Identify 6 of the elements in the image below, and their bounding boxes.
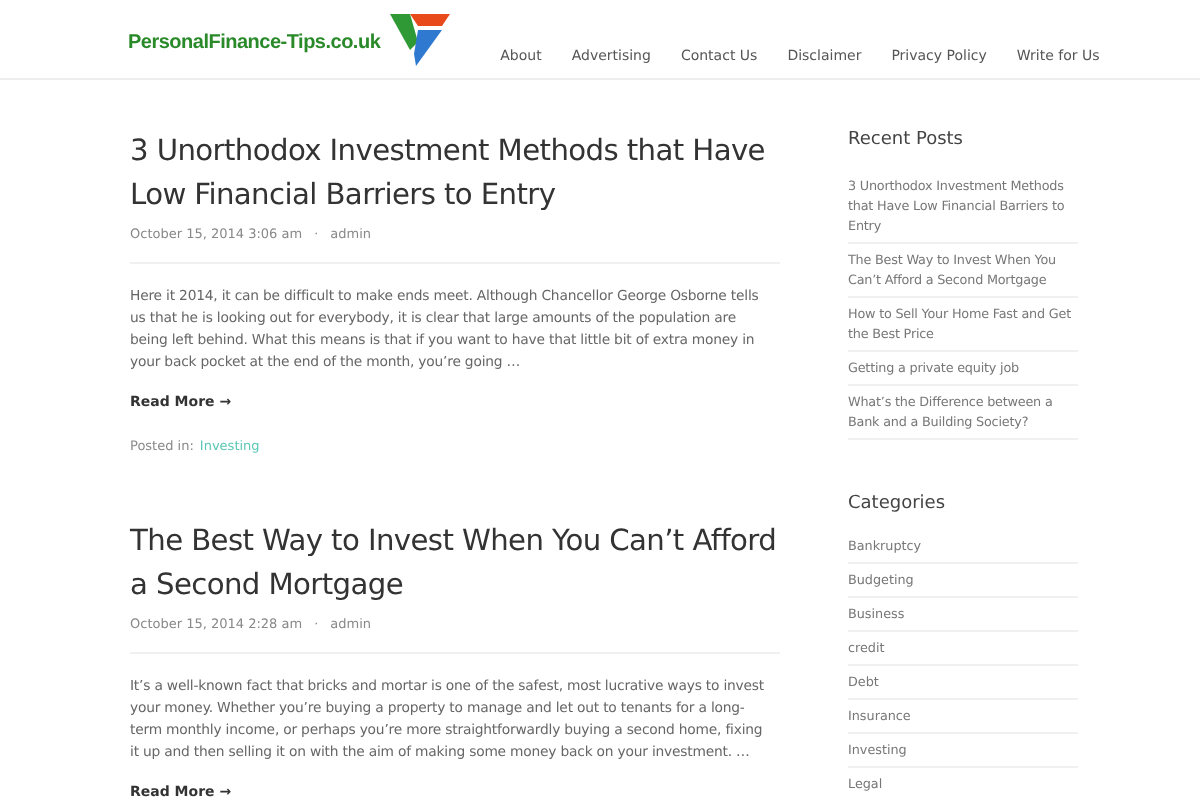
logo-icon [390,14,451,66]
logo-text[interactable]: PersonalFinance-Tips.co.uk [128,28,381,58]
post-title[interactable]: 3 Unorthodox Investment Methods that Have Low Financial Barriers to Entry [130,130,780,218]
post-title[interactable]: The Best Way to Invest When You Can’t Afford a Second Mortgage [130,520,780,608]
widget-title: Recent Posts [848,128,965,154]
widget-title: Categories [848,491,948,517]
